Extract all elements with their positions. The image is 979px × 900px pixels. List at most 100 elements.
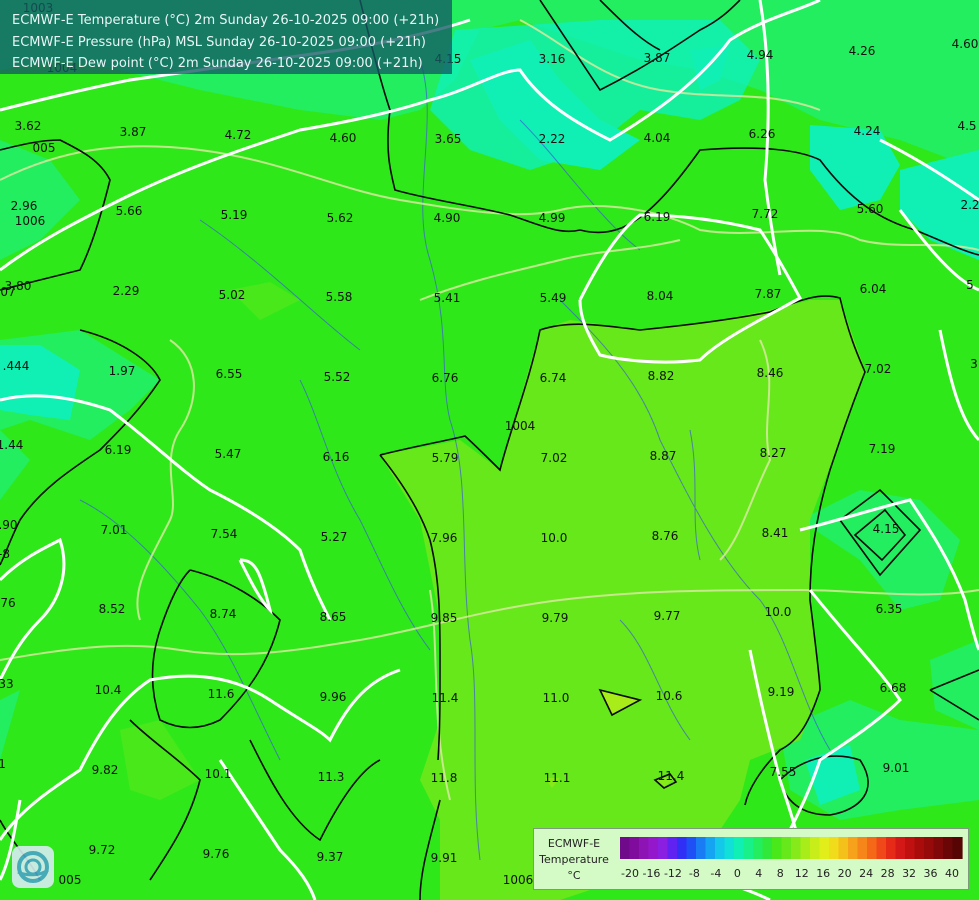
map-value-label: 4.5 [957, 119, 976, 133]
legend-tick-label: 12 [794, 867, 809, 880]
legend-swatch [914, 837, 925, 859]
info-temperature-line: ECMWF-E Temperature (°C) 2m Sunday 26-10… [12, 13, 440, 28]
legend-swatch [743, 837, 754, 859]
map-value-label: 07 [0, 285, 15, 299]
map-value-label: 9.77 [654, 609, 681, 623]
map-value-label: 5.02 [219, 288, 246, 302]
map-value-label: 5.49 [540, 291, 567, 305]
map-value-label: 5.62 [327, 211, 354, 225]
weather-map: 3.62 3.87 4.72 4.60 3.65 2.22 4.04 6.26 4.24 4.15… [0, 0, 979, 900]
map-value-label: 1 [0, 757, 6, 771]
map-value-label: 7.02 [541, 451, 568, 465]
map-value-label: 7.96 [431, 531, 458, 545]
map-value-label: 10.0 [541, 531, 568, 545]
map-value-label: 4.94 [747, 48, 774, 62]
legend-swatch [876, 837, 887, 859]
map-value-label: 9.19 [768, 685, 795, 699]
map-value-label: 6.16 [323, 450, 350, 464]
map-value-label: 6.55 [216, 367, 243, 381]
legend-swatch [620, 837, 631, 859]
legend-swatch [772, 837, 783, 859]
map-value-label: 1.44 [0, 438, 23, 452]
legend-swatch [658, 837, 669, 859]
map-value-label: 9.01 [883, 761, 910, 775]
map-value-label: 7.01 [101, 523, 128, 537]
map-value-label: 6.35 [876, 602, 903, 616]
map-value-label: 3.62 [15, 119, 42, 133]
map-value-label: 6.19 [644, 210, 671, 224]
map-value-label: 10.6 [656, 689, 683, 703]
map-value-label: 11.6 [208, 687, 235, 701]
legend-tick-label: -12 [663, 867, 682, 880]
legend-tick-label: 0 [733, 867, 741, 880]
map-value-label: 3.16 [539, 52, 566, 66]
map-value-label: 2.29 [113, 284, 140, 298]
map-value-label: 5.27 [321, 530, 348, 544]
map-value-label: -8 [0, 547, 10, 561]
map-value-label: 5.19 [221, 208, 248, 222]
legend-tick-label: 8 [776, 867, 784, 880]
map-value-label: 7.72 [752, 207, 779, 221]
map-value-label: 7.19 [869, 442, 896, 456]
map-value-label: 1004 [505, 419, 536, 433]
map-value-label: 5 [966, 278, 974, 292]
map-value-label: .90 [0, 518, 18, 532]
map-value-label: 11.4 [658, 769, 685, 783]
map-value-label: 4.60 [952, 37, 979, 51]
map-value-label: 3.65 [435, 132, 462, 146]
map-value-label: 7.87 [755, 287, 782, 301]
legend-swatch [924, 837, 935, 859]
legend-swatch [648, 837, 659, 859]
map-value-label: 7.55 [770, 765, 797, 779]
map-value-label: 8.04 [647, 289, 674, 303]
legend-swatch [639, 837, 650, 859]
map-value-label: 6.76 [432, 371, 459, 385]
legend-swatch [629, 837, 640, 859]
map-value-label: 5.66 [116, 204, 143, 218]
legend-swatch [696, 837, 707, 859]
legend-tick-label: -8 [688, 867, 700, 880]
map-value-label: 2.22 [539, 132, 566, 146]
legend-swatch [857, 837, 868, 859]
map-value-label: 8.87 [650, 449, 677, 463]
map-value-label: 5.79 [432, 451, 459, 465]
map-value-label: 6.68 [880, 681, 907, 695]
legend-swatch [715, 837, 726, 859]
legend-tick-label: 28 [880, 867, 895, 880]
map-value-label: 76 [0, 596, 15, 610]
legend-tick-label: -4 [710, 867, 722, 880]
map-value-label: 9.96 [320, 690, 347, 704]
map-value-label: .444 [3, 359, 30, 373]
map-value-label: 6.74 [540, 371, 567, 385]
map-value-label: 7.02 [865, 362, 892, 376]
map-value-label: 9.76 [203, 847, 230, 861]
map-value-label: 8.76 [652, 529, 679, 543]
legend-tick-label: 32 [902, 867, 917, 880]
legend-swatch [667, 837, 678, 859]
legend-swatch [677, 837, 688, 859]
map-value-label: 9.72 [89, 843, 116, 857]
legend-swatch [734, 837, 745, 859]
legend-tick-label: -16 [642, 867, 661, 880]
legend-swatch [933, 837, 944, 859]
legend-swatch [686, 837, 697, 859]
legend-swatch [905, 837, 916, 859]
info-pressure-line: ECMWF-E Pressure (hPa) MSL Sunday 26-10-… [12, 35, 426, 50]
map-value-label: 8.74 [210, 607, 237, 621]
map-value-label: 10.1 [205, 767, 232, 781]
legend-tick-label: 36 [923, 867, 938, 880]
map-value-label: 9.37 [317, 850, 344, 864]
legend-swatch [848, 837, 859, 859]
map-value-label: 33 [0, 677, 14, 691]
map-value-label: 3.87 [120, 125, 147, 139]
legend-swatch [952, 837, 963, 859]
legend-tick-label: 20 [837, 867, 852, 880]
map-value-label: 1.97 [109, 364, 136, 378]
legend-swatch [791, 837, 802, 859]
legend-tick-label: -20 [621, 867, 639, 880]
map-value-label: 2.96 [11, 199, 38, 213]
map-value-label: 8.27 [760, 446, 787, 460]
map-value-label: 11.4 [432, 691, 459, 705]
legend-swatch [895, 837, 906, 859]
map-value-label: 6.26 [749, 127, 776, 141]
